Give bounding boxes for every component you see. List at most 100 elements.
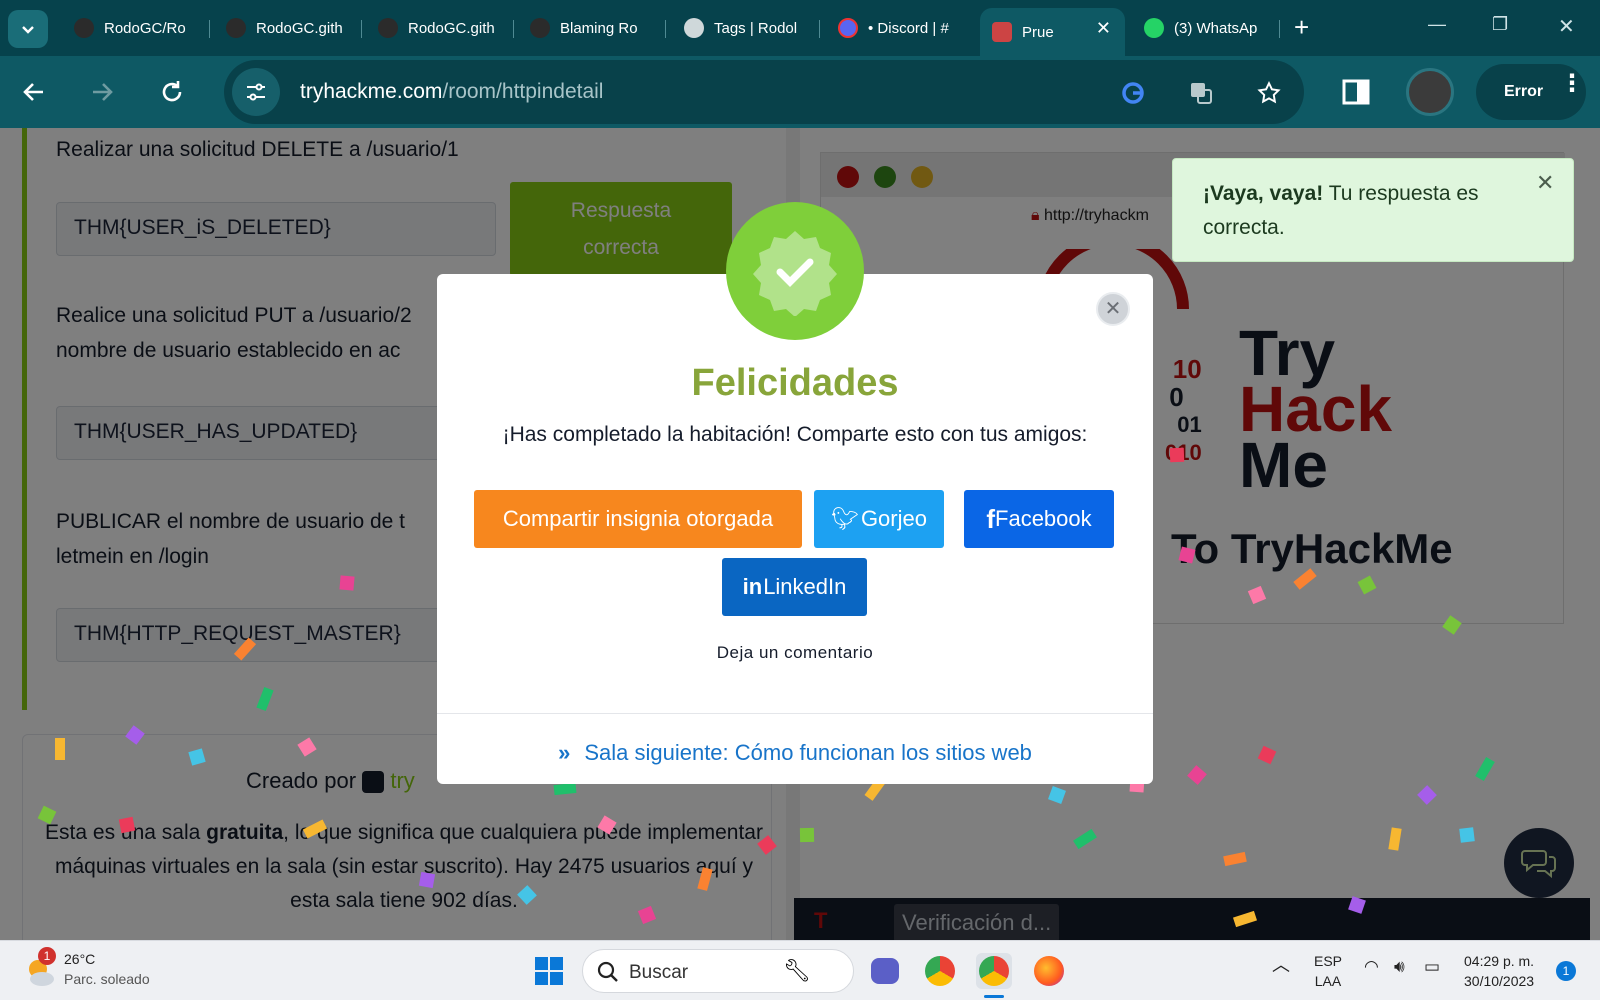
wifi-icon[interactable]: ◠ [1364, 957, 1379, 977]
tab-label: RodoGC.gith [256, 19, 343, 37]
tab-active[interactable]: Prue ✕ [980, 8, 1125, 56]
active-app-indicator [984, 995, 1004, 998]
tune-icon [247, 83, 265, 101]
modal-title: Felicidades [691, 362, 899, 404]
confetti-piece [55, 738, 65, 760]
double-chevron-right-icon: » [558, 740, 571, 765]
forward-button[interactable] [80, 70, 124, 114]
facebook-f-icon: f [986, 503, 996, 534]
maximize-button[interactable]: ❐ [1492, 14, 1508, 35]
twitter-share-button[interactable]: 🐦︎ Gorjeo [814, 490, 944, 548]
whatsapp-icon [1144, 18, 1164, 38]
globe-icon [684, 18, 704, 38]
site-info-button[interactable] [232, 68, 280, 116]
facebook-share-button[interactable]: f Facebook [964, 490, 1114, 548]
facebook-label: Facebook [995, 506, 1092, 531]
tab-5[interactable]: Tags | Rodol [672, 8, 820, 48]
tab-strip: RodoGC/Ro RodoGC.gith RodoGC.gith Blamin… [0, 0, 1600, 56]
tab-8[interactable]: (3) WhatsAp [1132, 8, 1280, 48]
modal-close-button[interactable]: ✕ [1096, 292, 1130, 326]
tab-2[interactable]: RodoGC.gith [214, 8, 362, 48]
clock-time: 04:29 p. m. [1464, 953, 1535, 969]
side-panel-button[interactable] [1334, 70, 1378, 114]
close-window-button[interactable]: ✕ [1558, 14, 1575, 39]
address-bar[interactable]: tryhackme.com/room/httpindetail [224, 60, 1304, 124]
bookmark-star-icon[interactable] [1256, 80, 1282, 106]
search-highlight-icon: 🔧︎ [783, 958, 811, 983]
twitter-label: Gorjeo [860, 506, 927, 531]
google-lens-icon[interactable] [1120, 80, 1146, 106]
taskbar-search[interactable]: Buscar 🔧︎ [582, 949, 854, 993]
weather-alert-badge: 1 [38, 947, 56, 965]
next-room-link[interactable]: » Sala siguiente: Cómo funcionan los siti… [437, 740, 1153, 766]
more-vert-icon: ⋮ [1560, 70, 1584, 97]
notification-badge[interactable]: 1 [1556, 961, 1576, 981]
battery-icon[interactable]: ▭ [1424, 957, 1440, 977]
back-button[interactable] [12, 70, 56, 114]
leave-comment-link[interactable]: Deja un comentario [437, 643, 1153, 663]
arrow-left-icon [23, 83, 43, 101]
minimize-button[interactable]: — [1428, 14, 1446, 35]
lang-layout: LAA [1314, 973, 1342, 989]
chevron-up-icon[interactable]: ︿ [1272, 955, 1290, 975]
confetti-piece [799, 827, 815, 843]
firefox-icon[interactable] [1031, 953, 1067, 989]
confetti-piece [118, 816, 136, 834]
url-text: tryhackme.com/room/httpindetail [300, 80, 603, 104]
tab-label: • Discord | # [868, 19, 949, 37]
translate-icon[interactable] [1188, 80, 1214, 106]
twitter-bird-icon: 🐦︎ [831, 506, 859, 531]
linkedin-share-button[interactable]: in LinkedIn [722, 558, 867, 616]
new-tab-button[interactable]: + [1294, 12, 1309, 42]
success-toast: ¡Vaya, vaya! Tu respuesta es correcta. [1172, 158, 1574, 262]
language-indicator[interactable]: ESP LAA [1314, 951, 1342, 991]
weather-desc: Parc. soleado [64, 971, 150, 987]
url-path: /room/httpindetail [442, 80, 604, 103]
volume-icon[interactable]: 🔊︎ [1394, 957, 1405, 977]
completion-badge [726, 202, 864, 340]
next-room-label: Sala siguiente: Cómo funcionan los sitio… [584, 740, 1032, 765]
chrome-profile-icon[interactable] [976, 953, 1012, 989]
page-content: Realizar una solicitud DELETE a /usuario… [0, 128, 1600, 940]
tab-4[interactable]: Blaming Ro [518, 8, 666, 48]
close-tab-icon[interactable]: ✕ [1096, 18, 1111, 39]
weather-widget[interactable]: 1 26°C Parc. soleado [24, 947, 174, 993]
tab-label: RodoGC/Ro [104, 19, 186, 37]
taskbar: 1 26°C Parc. soleado Buscar 🔧︎ ︿ ESP LAA … [0, 940, 1600, 1000]
github-icon [378, 18, 398, 38]
toast-close-icon[interactable]: ✕ [1536, 170, 1554, 196]
toast-bold: ¡Vaya, vaya! [1203, 182, 1324, 205]
search-icon [597, 961, 618, 982]
share-badge-button[interactable]: Compartir insignia otorgada [474, 490, 802, 548]
linkedin-in-icon: in [742, 574, 763, 599]
chrome-icon[interactable] [922, 953, 958, 989]
reload-icon [162, 81, 182, 102]
clock[interactable]: 04:29 p. m. 30/10/2023 [1464, 951, 1534, 991]
weather-temp: 26°C [64, 951, 96, 967]
profile-error-label: Error [1504, 83, 1544, 100]
browser-toolbar: tryhackme.com/room/httpindetail Error ⋮ [0, 56, 1600, 128]
linkedin-label: LinkedIn [763, 574, 847, 599]
confetti-piece [1459, 827, 1475, 843]
profile-error-button[interactable]: Error ⋮ [1476, 64, 1586, 120]
reload-button[interactable] [150, 70, 194, 114]
confetti-piece [339, 575, 355, 591]
url-host: tryhackme.com [300, 80, 443, 103]
github-icon [530, 18, 550, 38]
tab-6[interactable]: • Discord | # [826, 8, 974, 48]
video-app-icon[interactable] [867, 953, 903, 989]
chevron-down-icon [22, 26, 34, 34]
confetti-piece [418, 871, 436, 889]
github-icon [74, 18, 94, 38]
profile-avatar[interactable] [1406, 68, 1454, 116]
search-placeholder: Buscar [629, 962, 689, 983]
tryhackme-icon [992, 22, 1012, 42]
start-button[interactable] [531, 953, 567, 989]
tab-1[interactable]: RodoGC/Ro [62, 8, 210, 48]
discord-icon [838, 18, 858, 38]
arrow-right-icon [93, 83, 113, 101]
tab-label: RodoGC.gith [408, 19, 495, 37]
tab-3[interactable]: RodoGC.gith [366, 8, 514, 48]
tab-search-button[interactable] [8, 10, 48, 48]
tab-label: (3) WhatsAp [1174, 19, 1258, 37]
